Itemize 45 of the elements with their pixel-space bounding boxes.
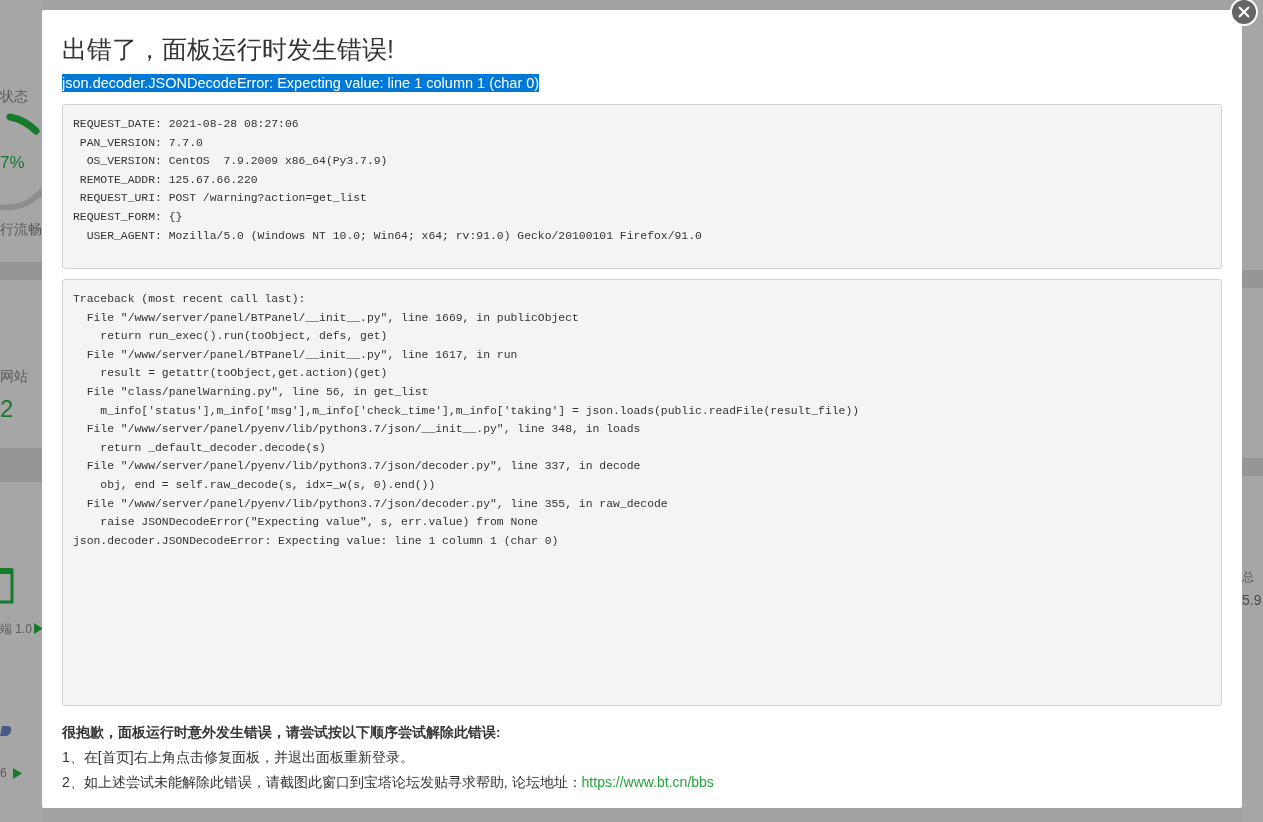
error-summary: json.decoder.JSONDecodeError: Expecting value: line 1 column 1 (char 0)	[62, 74, 540, 92]
status-label: 状态	[0, 88, 28, 105]
code-line: OS_VERSION: CentOS 7.9.2009 x86_64(Py3.7.9)	[85, 154, 389, 170]
play-icon	[12, 767, 22, 779]
code-line: return run_exec().run(toObject, defs, get)	[99, 329, 389, 345]
site-label: 网站	[0, 368, 28, 385]
code-line: m_info['status'],m_info['msg'],m_info['check_time'],m_info['taking'] = json.loads(public.readFile(result_file))	[99, 403, 861, 419]
total-value: 5.9	[1242, 592, 1262, 610]
app-caption: 端 1.0	[0, 621, 32, 636]
code-line: REQUEST_DATE: 2021-08-28 08:27:06	[73, 117, 300, 132]
app-caption: 6	[0, 765, 7, 781]
code-line: raise JSONDecodeError("Expecting value", s, err.value) from None	[99, 515, 539, 531]
close-button[interactable]	[1230, 0, 1258, 26]
gauge-caption: 行流畅	[0, 221, 42, 238]
code-line: result = getattr(toObject,get.action)(get)	[99, 366, 389, 382]
code-line: File "/www/server/panel/pyenv/lib/python3.7/json/decoder.py", line 355, in raw_decode	[85, 496, 669, 512]
section-gap	[1242, 458, 1263, 476]
code-line: REQUEST_URI: POST /warning?action=get_list	[78, 191, 368, 207]
forum-link[interactable]: https://www.bt.cn/bbs	[581, 774, 714, 790]
code-line: REMOTE_ADDR: 125.67.66.220	[78, 172, 259, 188]
total-label: 总	[1242, 570, 1254, 585]
code-line: File "/www/server/panel/BTPanel/__init__.py", line 1617, in run	[85, 347, 519, 363]
code-line: return _default_decoder.decode(s)	[99, 440, 327, 456]
section-gap	[0, 262, 42, 280]
code-line: PAN_VERSION: 7.7.0	[78, 135, 204, 151]
code-line: json.decoder.JSONDecodeError: Expecting value: line 1 column 1 (char 0)	[73, 533, 560, 549]
code-line: File "/www/server/panel/pyenv/lib/python3.7/json/__init__.py", line 348, in loads	[85, 422, 642, 438]
code-line: File "/www/server/panel/pyenv/lib/python3.7/json/decoder.py", line 337, in decode	[85, 459, 642, 475]
help-heading: 很抱歉，面板运行时意外发生错误，请尝试按以下顺序尝试解除此错误:	[62, 724, 502, 742]
code-line: REQUEST_FORM: {}	[73, 209, 184, 225]
help-step: 2、如上述尝试未能解除此错误，请截图此窗口到宝塔论坛发贴寻求帮助, 论坛地址：https://www.bt.cn/bbs	[62, 773, 1222, 792]
site-count: 2	[0, 394, 14, 424]
code-line: File "class/panelWarning.py", line 56, in get_list	[85, 384, 430, 400]
close-icon	[1238, 6, 1250, 18]
section-gap	[1242, 270, 1263, 288]
help-step: 1、在[首页]右上角点击修复面板，并退出面板重新登录。	[62, 748, 1222, 767]
dialog-title: 出错了，面板运行时发生错误!	[62, 34, 395, 64]
app-icon	[0, 565, 14, 604]
code-line: obj, end = self.raw_decode(s, idx=_w(s, 0).end())	[99, 477, 437, 493]
code-line: File "/www/server/panel/BTPanel/__init__.py", line 1669, in publicObject	[85, 310, 580, 326]
gauge-value: 7%	[0, 152, 25, 174]
code-line: Traceback (most recent call last):	[73, 292, 307, 307]
logo-icon	[0, 725, 12, 736]
section-gap	[0, 447, 42, 482]
code-line: USER_AGENT: Mozilla/5.0 (Windows NT 10.0; Win64; x64; rv:91.0) Gecko/20100101 Firefox/91.0	[85, 228, 703, 244]
